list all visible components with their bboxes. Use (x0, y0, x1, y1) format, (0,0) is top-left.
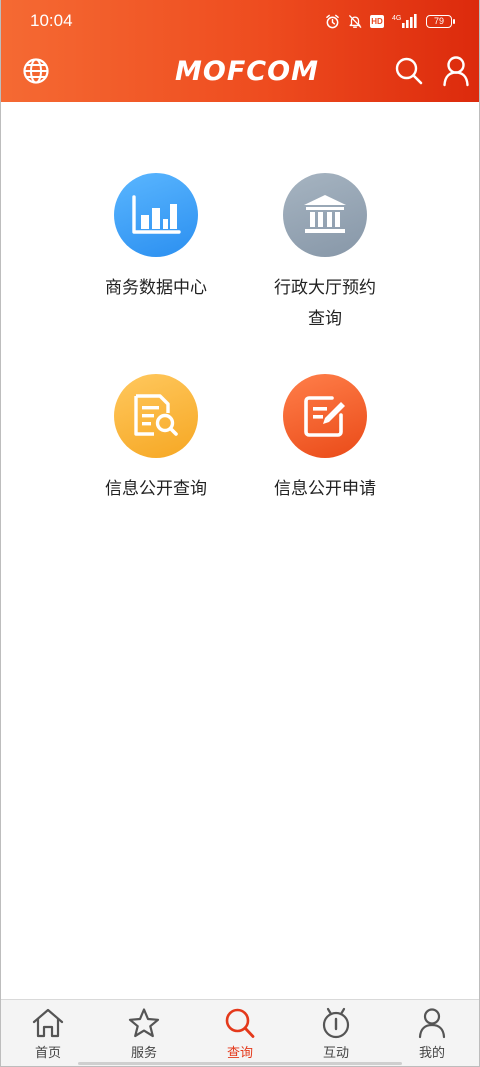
service-tile-info-apply[interactable]: 信息公开申请 (240, 374, 410, 505)
nav-item-services[interactable]: 服务 (96, 1000, 192, 1067)
user-icon[interactable] (442, 55, 470, 87)
bottom-nav: 首页 服务 查询 互动 我的 (0, 999, 480, 1067)
mute-icon (349, 14, 362, 28)
service-tile-data-center[interactable]: 商务数据中心 (71, 173, 241, 304)
interaction-icon (322, 1007, 350, 1039)
status-bar: 10:04 HD 4G 79 (0, 0, 480, 42)
nav-label: 首页 (34, 1046, 61, 1061)
service-label: 行政大厅预约查询 (274, 278, 376, 329)
star-icon (128, 1008, 160, 1038)
document-search-icon (114, 374, 198, 458)
search-icon (225, 1008, 255, 1038)
home-icon (32, 1008, 64, 1038)
nav-item-home[interactable]: 首页 (0, 1000, 96, 1067)
nav-label: 查询 (226, 1046, 253, 1061)
hd-icon: HD (370, 14, 384, 28)
service-label: 信息公开查询 (105, 479, 207, 499)
edit-icon (283, 374, 367, 458)
nav-label: 互动 (322, 1046, 349, 1061)
nav-item-mine[interactable]: 我的 (384, 1000, 480, 1067)
nav-item-query[interactable]: 查询 (192, 1000, 288, 1067)
status-icons: HD 4G 79 (325, 12, 455, 30)
service-tile-hall-appointment[interactable]: 行政大厅预约查询 (240, 173, 410, 335)
building-icon (283, 173, 367, 257)
nav-label: 服务 (130, 1046, 157, 1061)
signal-icon: 4G (392, 14, 417, 28)
globe-icon[interactable] (22, 57, 50, 85)
bar-chart-icon (114, 173, 198, 257)
service-label: 信息公开申请 (274, 479, 376, 499)
battery-level: 79 (433, 16, 444, 26)
network-type-text: 4G (392, 15, 401, 22)
service-tile-info-query[interactable]: 信息公开查询 (71, 374, 241, 505)
app-bar: MOFCOM (0, 42, 480, 102)
service-label: 商务数据中心 (105, 278, 207, 298)
device-frame (0, 0, 480, 1067)
battery-icon: 79 (426, 14, 455, 28)
nav-label: 我的 (418, 1046, 445, 1061)
nav-item-interaction[interactable]: 互动 (288, 1000, 384, 1067)
search-icon[interactable] (394, 56, 424, 86)
app-logo: MOFCOM (175, 55, 319, 87)
header: 10:04 HD 4G 79 MOFCOM (0, 0, 480, 102)
user-icon (418, 1008, 446, 1039)
status-time: 10:04 (30, 11, 73, 30)
home-indicator (78, 1062, 402, 1065)
alarm-icon (326, 14, 339, 28)
